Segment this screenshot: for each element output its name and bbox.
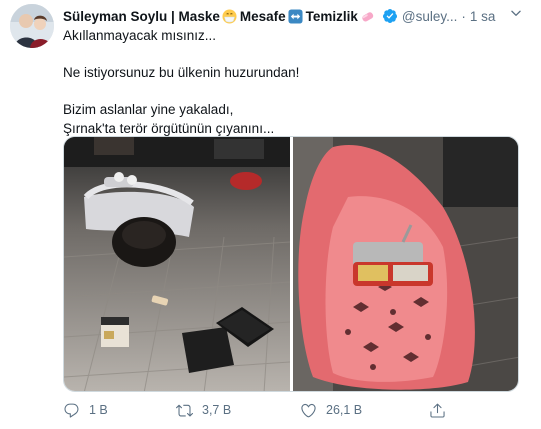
heart-icon [301,403,316,417]
tweet-text-line: Ne istiyorsunuz bu ülkenin huzurundan! [63,65,300,80]
tweet-text-line: Bizim aslanlar yine yakaladı, [63,102,234,117]
share-button[interactable] [429,402,446,419]
like-button[interactable]: 26,1 B [300,402,362,419]
left-right-arrow-emoji-icon [288,8,303,24]
author-name-part2[interactable]: Mesafe [240,9,286,24]
reply-icon [64,403,79,418]
tweet-timestamp[interactable]: 1 sa [470,9,496,24]
author-handle[interactable]: @suley... [402,9,457,24]
avatar-image [10,4,54,48]
reply-button[interactable]: 1 B [63,402,108,419]
retweet-icon [176,404,193,416]
mask-face-emoji-icon [222,8,237,24]
photo-bag-with-explosive[interactable] [293,137,518,391]
share-icon [430,403,445,418]
retweet-button[interactable]: 3,7 B [176,402,231,419]
author-name-part3[interactable]: Temizlik [306,9,358,24]
reply-count: 1 B [89,403,108,417]
photo-suspect-on-ground[interactable] [64,137,291,391]
like-count: 26,1 B [326,403,363,417]
verified-badge-icon [382,9,397,23]
soap-emoji-icon [362,11,374,22]
tweet-header: Süleyman Soylu | Maske Mesafe Temizlik @… [63,6,533,26]
author-name[interactable]: Süleyman Soylu | Maske [63,9,220,24]
tweet[interactable]: Süleyman Soylu | Maske Mesafe Temizlik @… [0,0,541,429]
tweet-text: Akıllanmayacak mısınız... Ne istiyorsunu… [63,27,523,138]
tweet-actions: 1 B 3,7 B 26,1 B [63,399,519,421]
retweet-count: 3,7 B [202,403,232,417]
avatar[interactable] [10,4,54,48]
photo-image [293,137,518,391]
tweet-text-line: Akıllanmayacak mısınız... [63,28,217,43]
chevron-down-icon [511,10,521,16]
separator-dot: · [461,8,466,24]
photo-image [64,137,291,391]
tweet-media [63,136,519,392]
more-options-button[interactable] [505,2,527,24]
